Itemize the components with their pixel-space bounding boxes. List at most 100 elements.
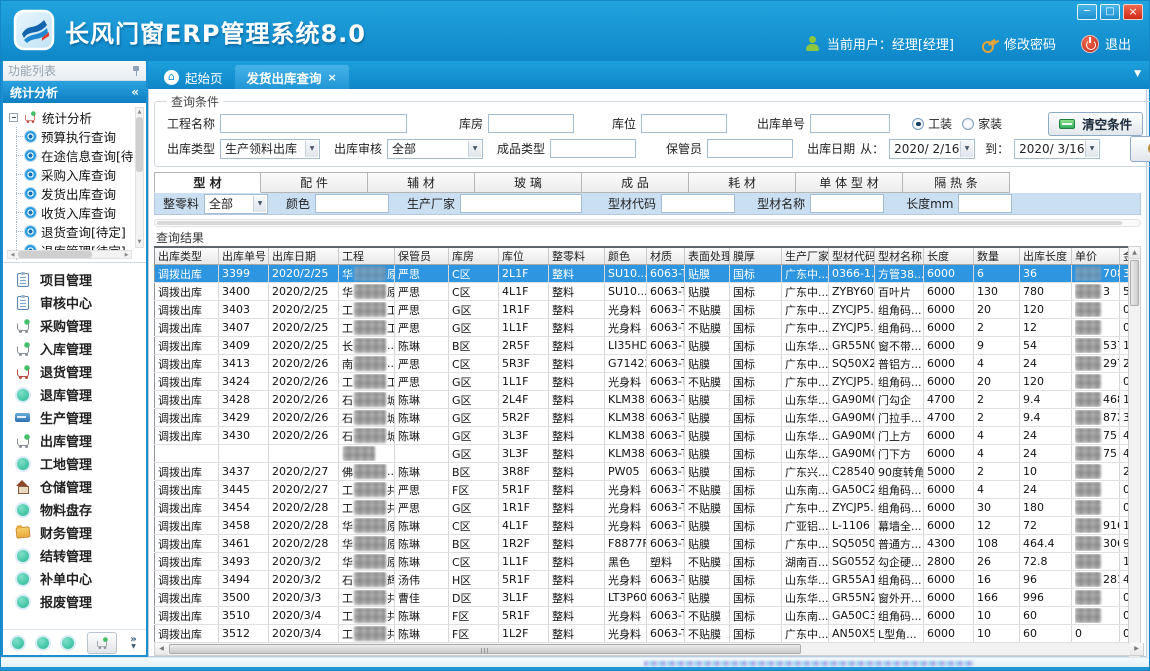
column-header[interactable]: 出库日期: [269, 247, 339, 265]
table-row[interactable]: 调拨出库34092020/2/25长...陈琳B区2R5F整料LI35HD606…: [155, 337, 1140, 355]
color-input[interactable]: [315, 194, 389, 213]
table-row[interactable]: 调拨出库34072020/2/25工工程严思G区1L1F整料光身料6063-T5…: [155, 319, 1140, 337]
column-header[interactable]: 出库长度: [1020, 247, 1072, 265]
whole-part-select[interactable]: 全部 ▼: [204, 194, 268, 214]
table-row[interactable]: 调拨出库34292020/2/26石城陈琳G区5R2F整料KLM38176063…: [155, 409, 1140, 427]
scroll-left-icon[interactable]: ◀: [8, 251, 17, 258]
sidebar-item-生产管理[interactable]: 生产管理: [3, 406, 146, 429]
collapse-icon[interactable]: «: [131, 85, 139, 99]
scroll-left-icon[interactable]: ◀: [155, 643, 168, 655]
table-row[interactable]: 调拨出库34032020/2/25工工程严思G区1R1F整料光身料6063-T5…: [155, 301, 1140, 319]
tree-root[interactable]: 统计分析: [9, 107, 134, 127]
column-header[interactable]: 表面处理: [685, 247, 730, 265]
grid-vertical-scrollbar[interactable]: ▲ ▼: [1128, 246, 1141, 658]
column-header[interactable]: 数量: [974, 247, 1020, 265]
toolbar-overflow[interactable]: » ▼: [130, 636, 136, 650]
sidebar-item-审核中心[interactable]: 审核中心: [3, 291, 146, 314]
table-row[interactable]: 调拨出库35122020/3/4工共工程陈琳F区1L2F整料光身料6063-T5…: [155, 625, 1140, 643]
sidebar-item-财务管理[interactable]: 财务管理: [3, 521, 146, 544]
column-header[interactable]: 颜色: [605, 247, 647, 265]
grid-horizontal-scrollbar[interactable]: ◀ ▶: [154, 643, 1144, 656]
circle-icon[interactable]: [62, 637, 74, 649]
material-tab-耗材[interactable]: 耗 材: [689, 172, 796, 193]
table-row[interactable]: 调拨出库34282020/2/26石城陈琳G区2L4F整料KLM38176063…: [155, 391, 1140, 409]
scroll-right-icon[interactable]: ▶: [122, 251, 131, 258]
location-input[interactable]: [641, 114, 727, 133]
table-row[interactable]: 调拨出库34582020/2/28华原...陈琳C区4L1F整料光身料6063-…: [155, 517, 1140, 535]
sidebar-item-退库管理[interactable]: 退库管理: [3, 383, 146, 406]
sidebar-item-工地管理[interactable]: 工地管理: [3, 452, 146, 475]
material-tab-辅材[interactable]: 辅 材: [368, 172, 475, 193]
sidebar-item-出库管理[interactable]: 出库管理: [3, 429, 146, 452]
scroll-right-icon[interactable]: ▶: [1130, 643, 1143, 655]
column-header[interactable]: 库位: [499, 247, 549, 265]
scroll-up-icon[interactable]: ▲: [136, 108, 143, 117]
cart-toolbar-button[interactable]: [87, 632, 117, 654]
manufacturer-input[interactable]: [460, 194, 582, 213]
tab-overflow-arrow-icon[interactable]: ▼: [1134, 69, 1141, 79]
table-row[interactable]: 调拨出库35002020/3/3工共工程曹佳D区3L1F整料LT3P606063…: [155, 589, 1140, 607]
scrollbar-thumb[interactable]: [1130, 260, 1139, 306]
profile-name-input[interactable]: [810, 194, 884, 213]
clear-conditions-button[interactable]: 清空条件: [1048, 112, 1143, 136]
material-tab-型材[interactable]: 型 材: [154, 172, 261, 193]
table-row[interactable]: 调拨出库34132020/2/26南...严思C区5R3F整料G71422606…: [155, 355, 1140, 373]
material-tab-玻璃[interactable]: 玻 璃: [475, 172, 582, 193]
close-button[interactable]: ×: [1123, 4, 1143, 20]
sidebar-item-采购管理[interactable]: 采购管理: [3, 314, 146, 337]
scroll-down-icon[interactable]: ▼: [136, 238, 143, 247]
material-tab-成品[interactable]: 成 品: [582, 172, 689, 193]
column-header[interactable]: 单价: [1072, 247, 1120, 265]
stats-section-header[interactable]: 统计分析 «: [3, 81, 146, 103]
project-name-input[interactable]: [220, 114, 407, 133]
radio-jiazhuang[interactable]: [962, 118, 974, 130]
column-header[interactable]: 库房: [449, 247, 499, 265]
sidebar-item-退货管理[interactable]: 退货管理: [3, 360, 146, 383]
filter-horizontal-scrollbar[interactable]: [154, 219, 1141, 227]
sidebar-item-物料盘存[interactable]: 物料盘存: [3, 498, 146, 521]
column-header[interactable]: 膜厚: [730, 247, 782, 265]
column-header[interactable]: 保管员: [395, 247, 449, 265]
scrollbar-thumb[interactable]: [169, 644, 801, 654]
tree-item[interactable]: 收货入库查询: [9, 203, 134, 222]
column-header[interactable]: 型材名称: [875, 247, 924, 265]
sidebar-item-入库管理[interactable]: 入库管理: [3, 337, 146, 360]
sidebar-item-补单中心[interactable]: 补单中心: [3, 567, 146, 590]
tab-close-icon[interactable]: ×: [328, 71, 337, 84]
product-type-input[interactable]: [550, 139, 636, 158]
scroll-up-icon[interactable]: ▲: [1129, 247, 1140, 259]
circle-icon[interactable]: [37, 637, 49, 649]
table-row[interactable]: G区3L3F整料KLM38176063-T5贴膜国标山东华...GA90M09.…: [155, 445, 1140, 463]
table-row[interactable]: 调拨出库33992020/2/25华原...严思C区2L1F整料SU10...6…: [155, 265, 1140, 283]
column-header[interactable]: 材质: [647, 247, 685, 265]
tree-item[interactable]: 退货查询[待定]: [9, 222, 134, 241]
table-row[interactable]: 调拨出库34612020/2/28华原...陈琳B区1R2F整料F8877FT6…: [155, 535, 1140, 553]
tree-item[interactable]: 发货出库查询: [9, 184, 134, 203]
table-row[interactable]: 调拨出库34452020/2/27工共工程严思F区5R1F整料光身料6063-T…: [155, 481, 1140, 499]
table-row[interactable]: 调拨出库34942020/3/2石辉城汤伟H区5R1F整料光身料6063-T5贴…: [155, 571, 1140, 589]
column-header[interactable]: 工程: [339, 247, 395, 265]
tab-home[interactable]: 起始页: [152, 65, 235, 89]
maximize-button[interactable]: □: [1100, 4, 1120, 20]
warehouse-input[interactable]: [488, 114, 574, 133]
pin-icon[interactable]: [131, 65, 141, 77]
length-input[interactable]: [958, 194, 1012, 213]
sidebar-item-项目管理[interactable]: 项目管理: [3, 268, 146, 291]
table-row[interactable]: 调拨出库34932020/3/2华原...陈琳C区1L1F整料黑色塑料不贴膜国标…: [155, 553, 1140, 571]
column-header[interactable]: 出库单号: [219, 247, 269, 265]
table-row[interactable]: 调拨出库34542020/2/28工共工程严思G区1R1F整料光身料6063-T…: [155, 499, 1140, 517]
expander-icon[interactable]: [9, 113, 18, 122]
column-header[interactable]: 出库类型: [155, 247, 219, 265]
order-no-input[interactable]: [810, 114, 890, 133]
minimize-button[interactable]: ─: [1077, 4, 1097, 20]
material-tab-配件[interactable]: 配 件: [261, 172, 368, 193]
search-button[interactable]: 查 询: [1130, 136, 1150, 162]
date-from-picker[interactable]: 2020/ 2/16 ▼: [889, 139, 975, 159]
tab-shipment-outbound-query[interactable]: 发货出库查询 ×: [235, 65, 349, 89]
sidebar-item-报废管理[interactable]: 报废管理: [3, 590, 146, 613]
table-row[interactable]: 调拨出库34242020/2/26工工程严思G区1L1F整料光身料6063-T5…: [155, 373, 1140, 391]
tree-item[interactable]: 采购入库查询: [9, 165, 134, 184]
outbound-audit-select[interactable]: 全部 ▼: [387, 139, 483, 159]
keeper-input[interactable]: [707, 139, 793, 158]
outbound-type-select[interactable]: 生产领料出库 ▼: [220, 139, 320, 159]
